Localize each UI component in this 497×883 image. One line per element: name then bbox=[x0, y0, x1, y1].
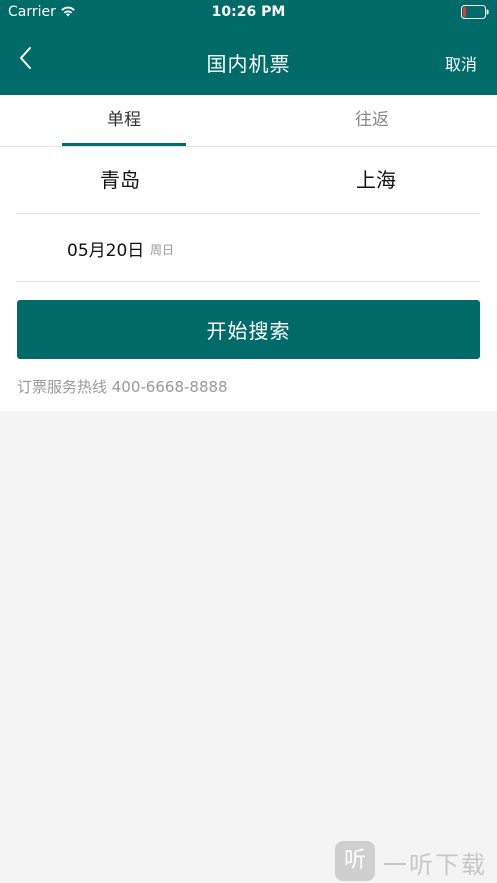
departure-date: 05月20日 bbox=[67, 241, 145, 261]
booking-hotline: 订票服务热线 400-6668-8888 bbox=[17, 378, 228, 396]
flight-search-panel: 单程 往返 青岛 上海 05月20日 周日 开始搜索 订票服务热线 400-66… bbox=[0, 95, 497, 411]
departure-city[interactable]: 青岛 bbox=[100, 147, 140, 213]
active-tab-indicator bbox=[62, 143, 186, 146]
departure-weekday: 周日 bbox=[150, 243, 175, 257]
tab-round-trip[interactable]: 往返 bbox=[248, 95, 496, 146]
battery-icon bbox=[461, 5, 489, 19]
trip-type-tabs: 单程 往返 bbox=[0, 95, 497, 147]
date-selector[interactable]: 05月20日 周日 bbox=[16, 214, 480, 282]
page-title: 国内机票 bbox=[206, 52, 291, 76]
watermark: 听 一听下载 bbox=[335, 841, 495, 881]
tab-one-way[interactable]: 单程 bbox=[0, 95, 248, 146]
status-time: 10:26 PM bbox=[211, 4, 286, 20]
search-button[interactable]: 开始搜索 bbox=[17, 300, 480, 359]
navigation-bar: 国内机票 取消 bbox=[0, 26, 497, 95]
route-row: 青岛 上海 bbox=[16, 147, 480, 214]
arrival-city[interactable]: 上海 bbox=[356, 147, 396, 213]
watermark-text: 一听下载 bbox=[383, 851, 487, 879]
watermark-logo: 听 bbox=[335, 841, 375, 881]
status-bar: Carrier 10:26 PM bbox=[0, 0, 497, 26]
app-header: Carrier 10:26 PM 国内机票 取消 bbox=[0, 0, 497, 95]
cancel-button[interactable]: 取消 bbox=[445, 51, 477, 75]
